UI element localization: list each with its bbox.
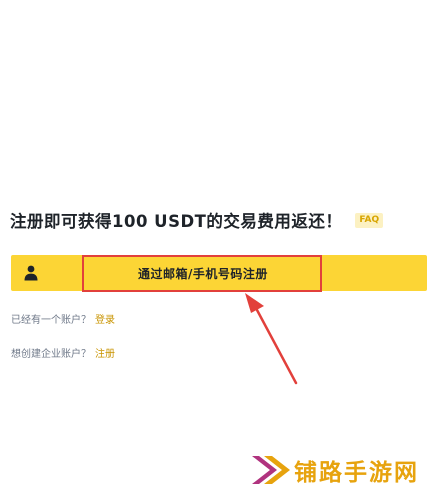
has-account-text: 已经有一个账户？ — [11, 315, 91, 326]
watermark-text: 铺路手游网 — [294, 460, 419, 486]
watermark: 铺路手游网 — [250, 452, 419, 488]
corporate-account-text: 想创建企业账户？ — [11, 349, 91, 360]
user-icon — [24, 265, 38, 281]
annotation-highlight-box — [82, 255, 322, 292]
watermark-logo-icon — [252, 456, 290, 484]
corporate-register-link[interactable]: 注册 — [95, 349, 115, 360]
login-prompt: 已经有一个账户？ 登录 — [11, 311, 115, 326]
faq-badge[interactable]: FAQ — [355, 212, 384, 228]
promo-headline-row: 注册即可获得100 USDT的交易费用返还！ FAQ — [10, 207, 384, 233]
promo-headline: 注册即可获得100 USDT的交易费用返还！ — [10, 212, 343, 231]
annotation-arrow — [245, 293, 298, 385]
login-link[interactable]: 登录 — [95, 315, 115, 326]
corporate-account-prompt: 想创建企业账户？ 注册 — [11, 345, 115, 360]
